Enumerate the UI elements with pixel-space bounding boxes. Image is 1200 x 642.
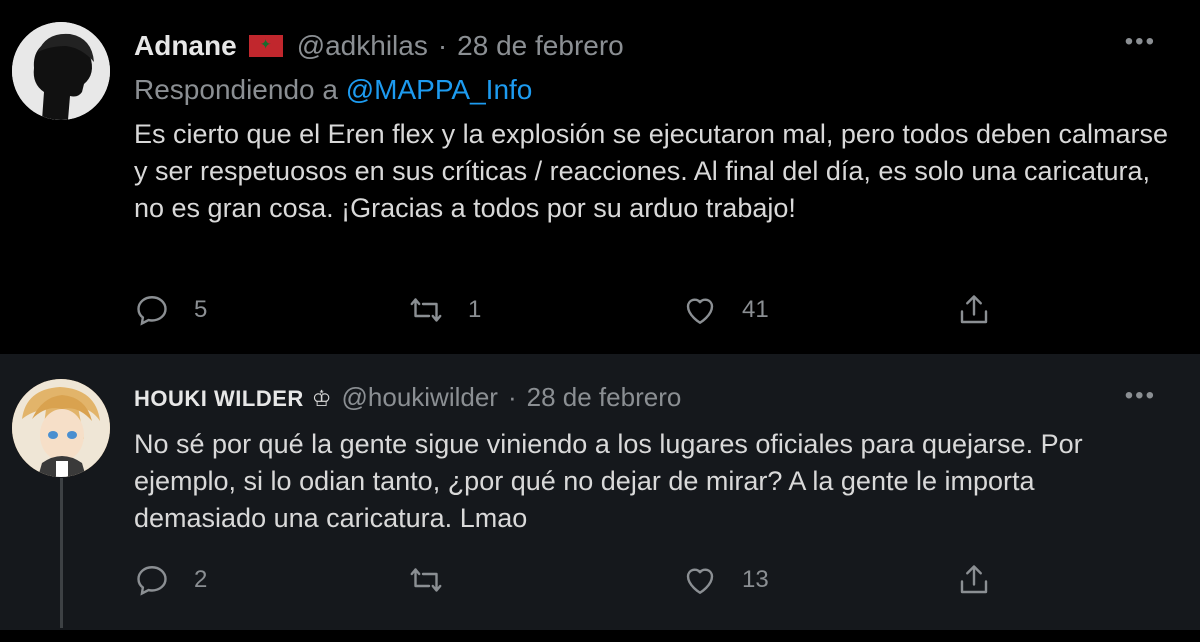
reply-button[interactable]: 2: [134, 562, 207, 598]
share-icon: [960, 565, 988, 594]
replying-prefix: Respondiendo a: [134, 74, 338, 105]
reply-icon: [137, 296, 167, 326]
retweet-button[interactable]: 1: [408, 292, 481, 328]
tweet-houki-wilder[interactable]: HOUKI WILDER ♔ @houkiwilder · 28 de febr…: [0, 354, 1200, 630]
retweet-icon: [410, 298, 442, 322]
like-count: 41: [742, 296, 769, 323]
avatar[interactable]: [12, 379, 110, 477]
tweet-header: Adnane @adkhilas · 28 de febrero: [134, 30, 624, 62]
reply-icon: [137, 566, 167, 596]
tweet-actions: 5 1 41: [134, 292, 1174, 332]
bottom-divider: [0, 630, 1200, 642]
reply-count: 2: [194, 566, 208, 593]
share-button[interactable]: [956, 292, 1016, 328]
mention-link[interactable]: @MAPPA_Info: [346, 74, 533, 105]
more-options-icon[interactable]: •••: [1125, 382, 1156, 410]
retweet-icon: [410, 568, 442, 592]
thread-connector-line: [60, 478, 63, 628]
like-button[interactable]: 41: [682, 292, 769, 328]
like-icon: [686, 298, 714, 324]
separator: ·: [507, 382, 517, 412]
like-button[interactable]: 13: [682, 562, 769, 598]
display-name[interactable]: HOUKI WILDER: [134, 386, 304, 412]
morocco-flag-icon: [248, 35, 283, 57]
tweet-actions: 2 13: [134, 562, 1174, 602]
handle[interactable]: @adkhilas: [297, 30, 428, 62]
tweet-adnane[interactable]: Adnane @adkhilas · 28 de febrero ••• Res…: [0, 0, 1200, 354]
tweet-text: Es cierto que el Eren flex y la explosió…: [134, 119, 1169, 223]
tweet-date[interactable]: 28 de febrero: [457, 30, 624, 62]
share-button[interactable]: [956, 562, 1016, 598]
tweet-date[interactable]: 28 de febrero: [527, 382, 682, 413]
more-options-icon[interactable]: •••: [1125, 28, 1156, 56]
separator: ·: [437, 30, 448, 61]
display-name[interactable]: Adnane: [134, 30, 237, 62]
crown-icon: ♔: [311, 386, 332, 411]
reply-count: 5: [194, 296, 208, 323]
tweet-header: HOUKI WILDER ♔ @houkiwilder · 28 de febr…: [134, 382, 681, 413]
like-icon: [686, 568, 714, 594]
like-count: 13: [742, 566, 769, 593]
share-icon: [960, 295, 988, 324]
reply-button[interactable]: 5: [134, 292, 207, 328]
handle[interactable]: @houkiwilder: [342, 382, 498, 413]
avatar[interactable]: [12, 22, 110, 120]
retweet-button[interactable]: [408, 562, 468, 598]
replying-to: Respondiendo a @MAPPA_Info: [134, 74, 532, 106]
retweet-count: 1: [468, 296, 482, 323]
tweet-text: No sé por qué la gente sigue viniendo a …: [134, 429, 1083, 533]
